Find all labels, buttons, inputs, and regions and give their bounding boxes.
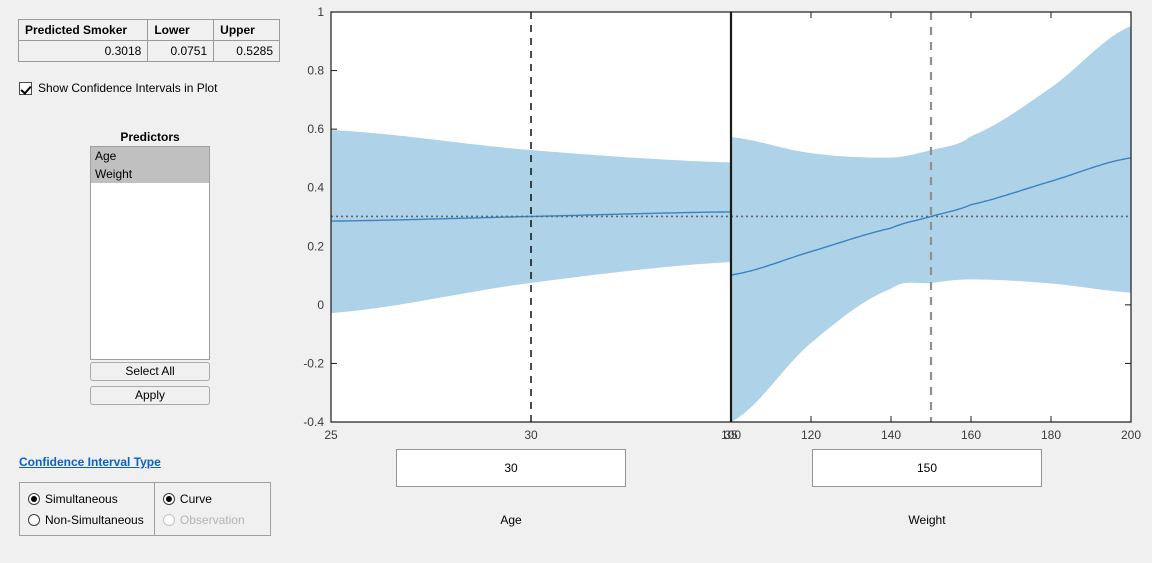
ci-type-target-column: Curve Observation xyxy=(155,483,270,535)
ci-type-simultaneity-column: Simultaneous Non-Simultaneous xyxy=(20,483,155,535)
x-tick-label: 140 xyxy=(881,428,901,442)
age-value-text: 30 xyxy=(504,461,518,475)
cell-lower: 0.0751 xyxy=(147,40,215,62)
x-tick-label: 120 xyxy=(801,428,821,442)
radio-non-simultaneous-label: Non-Simultaneous xyxy=(45,512,144,527)
x-tick-label: 25 xyxy=(324,428,338,442)
plot-area: -0.4 -0.2 0 0.2 0.4 0.6 0.8 1 25 30 35 100 120 140 160… xyxy=(296,0,1152,563)
table-row: 0.3018 0.0751 0.5285 xyxy=(17,40,280,62)
y-tick-label: 0.6 xyxy=(307,122,324,136)
control-panel: Predicted Smoker Lower Upper 0.3018 0.07… xyxy=(0,0,296,563)
radio-icon xyxy=(162,513,175,526)
prediction-results-table: Predicted Smoker Lower Upper 0.3018 0.07… xyxy=(17,19,280,62)
y-tick-label: 0.4 xyxy=(307,181,324,195)
show-confidence-intervals-label: Show Confidence Intervals in Plot xyxy=(38,81,218,95)
radio-icon[interactable] xyxy=(28,492,40,505)
apply-button[interactable]: Apply xyxy=(90,386,210,405)
list-item[interactable]: Age xyxy=(91,147,209,165)
y-tick-label: -0.4 xyxy=(303,415,324,429)
select-all-button[interactable]: Select All xyxy=(90,362,210,381)
radio-observation-label: Observation xyxy=(179,512,245,527)
y-tick-label: 1 xyxy=(317,5,324,19)
weight-value-text: 150 xyxy=(916,461,938,475)
radio-curve-label: Curve xyxy=(179,491,212,506)
list-item[interactable]: Weight xyxy=(91,165,209,183)
weight-axis-label: Weight xyxy=(908,513,946,527)
y-tick-label: 0.2 xyxy=(307,239,324,253)
predictors-listbox[interactable]: Age Weight xyxy=(90,146,210,360)
age-axis-label: Age xyxy=(500,513,522,527)
cell-predicted: 0.3018 xyxy=(17,40,149,62)
column-header-upper: Upper xyxy=(213,19,280,41)
radio-non-simultaneous[interactable]: Non-Simultaneous xyxy=(28,509,154,530)
radio-simultaneous[interactable]: Simultaneous xyxy=(28,488,154,509)
radio-curve[interactable]: Curve xyxy=(162,488,270,509)
x-tick-label: 200 xyxy=(1121,428,1141,442)
radio-observation: Observation xyxy=(162,509,270,530)
radio-simultaneous-label: Simultaneous xyxy=(45,491,118,506)
column-header-lower: Lower xyxy=(147,19,215,41)
x-tick-label: 160 xyxy=(961,428,981,442)
checkbox-icon[interactable] xyxy=(19,81,32,95)
cell-upper: 0.5285 xyxy=(213,40,280,62)
confidence-interval-type-group: Simultaneous Non-Simultaneous Curve Obse… xyxy=(19,482,271,536)
age-value-input[interactable]: 30 xyxy=(396,449,626,487)
radio-icon[interactable] xyxy=(28,513,40,526)
prediction-plot-window: Predicted Smoker Lower Upper 0.3018 0.07… xyxy=(0,0,1152,563)
show-confidence-intervals-checkbox[interactable]: Show Confidence Intervals in Plot xyxy=(19,81,217,95)
column-header-predicted: Predicted Smoker xyxy=(17,19,149,41)
weight-value-input[interactable]: 150 xyxy=(812,449,1042,487)
y-tick-label: 0.8 xyxy=(307,64,324,78)
y-tick-label: 0 xyxy=(317,298,324,312)
confidence-interval-type-link[interactable]: Confidence Interval Type xyxy=(19,455,161,469)
x-tick-label: 30 xyxy=(524,428,538,442)
predictors-title: Predictors xyxy=(120,130,180,144)
x-tick-label: 100 xyxy=(721,428,741,442)
radio-icon[interactable] xyxy=(162,492,175,505)
y-tick-label: -0.2 xyxy=(303,356,324,370)
table-header-row: Predicted Smoker Lower Upper xyxy=(17,19,280,41)
prediction-plot[interactable]: -0.4-0.200.20.40.60.8125 30 35100 120 140 160… xyxy=(296,0,1152,445)
x-tick-label: 180 xyxy=(1041,428,1061,442)
